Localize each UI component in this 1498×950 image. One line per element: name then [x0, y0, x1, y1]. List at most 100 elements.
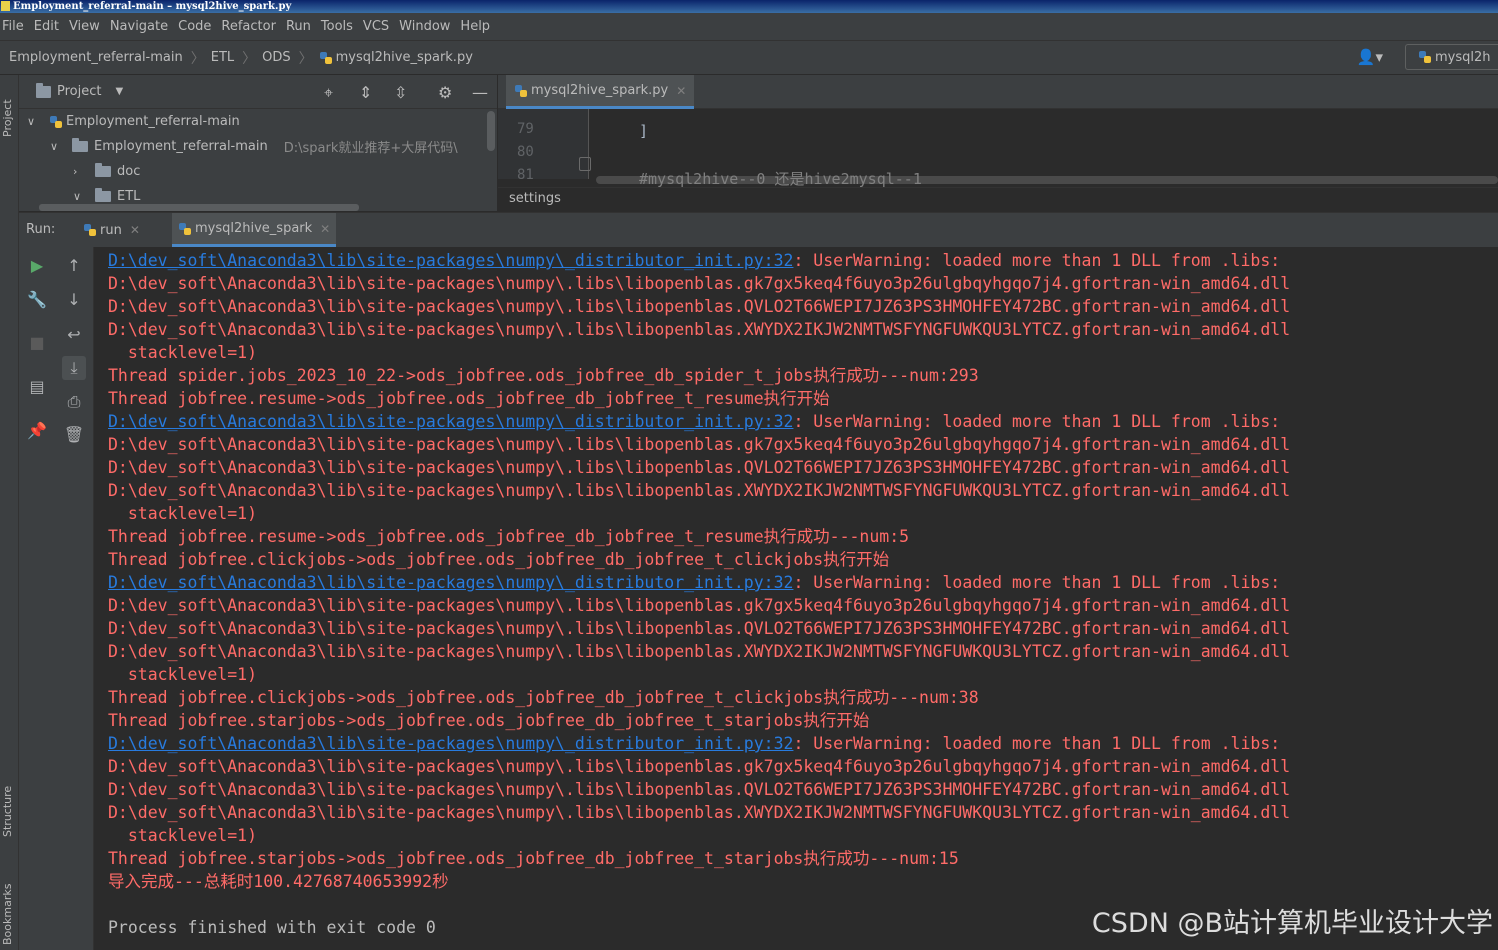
project-panel-header: Project ▼ ⌖ ⇕ ⇳ ⚙ — [19, 75, 497, 109]
line-number: 79 [517, 121, 534, 137]
menu-help[interactable]: Help [458, 19, 496, 34]
line-number-gutter: 79 80 81 [498, 109, 591, 183]
console-line: D:\dev_soft\Anaconda3\lib\site-packages\… [108, 412, 1281, 431]
horizontal-scrollbar[interactable] [39, 204, 359, 211]
tree-item-root[interactable]: ∨ Employment_referral-main [19, 109, 497, 134]
fold-marker-icon[interactable] [579, 157, 591, 171]
navigation-bar: Employment_referral-main 〉 ETL 〉 ODS 〉 m… [0, 41, 1498, 75]
console-link[interactable]: D:\dev_soft\Anaconda3\lib\site-packages\… [108, 251, 793, 270]
expand-all-icon[interactable]: ⇕ [359, 83, 372, 102]
project-panel-title[interactable]: Project [57, 84, 101, 99]
close-icon[interactable]: ✕ [320, 222, 330, 236]
soft-wrap-icon[interactable]: ↩ [62, 323, 86, 347]
window-titlebar: Employment_referral-main – mysql2hive_sp… [0, 0, 1498, 13]
console-line: Thread jobfree.resume->ods_jobfree.ods_j… [108, 389, 830, 408]
wrench-icon[interactable]: 🔧 [25, 288, 49, 312]
tree-item-module[interactable]: ∨ Employment_referral-main D:\spark就业推荐+… [19, 134, 497, 159]
chevron-right-icon[interactable]: › [73, 165, 95, 178]
vertical-scrollbar[interactable] [487, 111, 495, 151]
app-icon [1, 1, 10, 11]
python-file-icon [83, 223, 97, 237]
breadcrumb-separator: 〉 [298, 50, 313, 67]
layout-icon[interactable]: ▤ [25, 375, 49, 399]
trash-icon[interactable]: 🗑 [62, 423, 86, 447]
window-title: Employment_referral-main – mysql2hive_sp… [13, 1, 292, 12]
run-configuration-selector[interactable]: mysql2h [1405, 44, 1498, 70]
run-configuration-label: mysql2h [1435, 49, 1491, 65]
code-line-79[interactable]: ] [639, 122, 648, 140]
console-line: 导入完成---总耗时100.42768740653992秒 [108, 872, 449, 891]
console-line: D:\dev_soft\Anaconda3\lib\site-packages\… [108, 803, 1291, 822]
print-icon[interactable]: ⎙ [62, 390, 86, 414]
minimize-icon[interactable]: — [472, 83, 488, 102]
editor-breadcrumb-bar: settings [498, 187, 1498, 211]
user-icon[interactable]: 👤▾ [1357, 48, 1383, 66]
tree-item-doc[interactable]: › doc [19, 159, 497, 184]
breadcrumb-etl[interactable]: ETL [211, 50, 234, 65]
run-tab-run[interactable]: run ✕ [77, 213, 146, 247]
breadcrumb-ods[interactable]: ODS [262, 50, 291, 65]
console-line: Thread jobfree.resume->ods_jobfree.ods_j… [108, 527, 910, 546]
menu-code[interactable]: Code [176, 19, 217, 34]
bookmarks-tool-button[interactable]: Bookmarks [1, 884, 14, 945]
breadcrumb-project[interactable]: Employment_referral-main [0, 50, 183, 65]
tree-item-label: Employment_referral-main [66, 114, 240, 129]
structure-tool-button[interactable]: Structure [1, 786, 14, 837]
scroll-to-end-icon[interactable]: ⤓ [62, 356, 86, 380]
console-line: Thread spider.jobs_2023_10_22->ods_jobfr… [108, 366, 979, 385]
close-icon[interactable]: ✕ [130, 223, 140, 237]
run-icon[interactable]: ▶ [25, 254, 49, 278]
console-line: D:\dev_soft\Anaconda3\lib\site-packages\… [108, 435, 1291, 454]
console-output[interactable]: D:\dev_soft\Anaconda3\lib\site-packages\… [94, 247, 1498, 950]
editor-tab-mysql2hive[interactable]: mysql2hive_spark.py ✕ [506, 75, 695, 109]
python-file-icon [178, 222, 192, 236]
menu-file[interactable]: File [0, 19, 30, 34]
tree-item-label: doc [117, 164, 141, 179]
tree-item-label: Employment_referral-main [94, 139, 268, 154]
menu-view[interactable]: View [67, 19, 106, 34]
menu-run[interactable]: Run [284, 19, 317, 34]
stop-icon[interactable]: ■ [25, 331, 49, 355]
menu-vcs[interactable]: VCS [361, 19, 395, 34]
chevron-down-icon[interactable]: ▼ [115, 86, 123, 97]
console-line: D:\dev_soft\Anaconda3\lib\site-packages\… [108, 734, 1281, 753]
chevron-down-icon[interactable]: ∨ [73, 190, 95, 203]
gear-icon[interactable]: ⚙ [438, 83, 452, 102]
console-line: D:\dev_soft\Anaconda3\lib\site-packages\… [108, 780, 1291, 799]
console-line: D:\dev_soft\Anaconda3\lib\site-packages\… [108, 619, 1291, 638]
menu-edit[interactable]: Edit [32, 19, 65, 34]
run-tab-label: run [100, 222, 122, 238]
console-line: D:\dev_soft\Anaconda3\lib\site-packages\… [108, 320, 1291, 339]
console-line: D:\dev_soft\Anaconda3\lib\site-packages\… [108, 481, 1291, 500]
up-arrow-icon[interactable]: ↑ [62, 254, 86, 278]
editor-breadcrumb-settings[interactable]: settings [509, 191, 561, 206]
console-link[interactable]: D:\dev_soft\Anaconda3\lib\site-packages\… [108, 573, 793, 592]
console-line: stacklevel=1) [108, 343, 258, 362]
pin-icon[interactable]: 📌 [25, 419, 49, 443]
run-tool-header: Run: run ✕ mysql2hive_spark ✕ [19, 212, 1498, 248]
python-project-icon [49, 115, 63, 129]
console-line: D:\dev_soft\Anaconda3\lib\site-packages\… [108, 757, 1291, 776]
chevron-down-icon[interactable]: ∨ [27, 115, 49, 128]
collapse-all-icon[interactable]: ⇳ [394, 83, 407, 102]
console-link[interactable]: D:\dev_soft\Anaconda3\lib\site-packages\… [108, 412, 793, 431]
down-arrow-icon[interactable]: ↓ [62, 288, 86, 312]
menu-refactor[interactable]: Refactor [219, 19, 282, 34]
locate-icon[interactable]: ⌖ [324, 83, 333, 103]
project-tool-button[interactable]: Project [1, 99, 14, 137]
close-icon[interactable]: ✕ [676, 84, 686, 98]
run-tab-mysql2hive-spark[interactable]: mysql2hive_spark ✕ [172, 213, 337, 247]
breadcrumb-file[interactable]: mysql2hive_spark.py [336, 50, 473, 65]
console-line: stacklevel=1) [108, 504, 258, 523]
menu-window[interactable]: Window [397, 19, 456, 34]
console-line: Thread jobfree.starjobs->ods_jobfree.ods… [108, 711, 870, 730]
breadcrumb-separator: 〉 [242, 50, 257, 67]
console-line: D:\dev_soft\Anaconda3\lib\site-packages\… [108, 642, 1291, 661]
code-line-81[interactable]: #mysql2hive--0 还是hive2mysql--1 [639, 168, 922, 189]
console-line: Thread jobfree.clickjobs->ods_jobfree.od… [108, 550, 890, 569]
console-link[interactable]: D:\dev_soft\Anaconda3\lib\site-packages\… [108, 734, 793, 753]
run-tab-label: mysql2hive_spark [195, 221, 313, 236]
chevron-down-icon[interactable]: ∨ [50, 140, 72, 153]
menu-navigate[interactable]: Navigate [108, 19, 174, 34]
menu-tools[interactable]: Tools [319, 19, 359, 34]
